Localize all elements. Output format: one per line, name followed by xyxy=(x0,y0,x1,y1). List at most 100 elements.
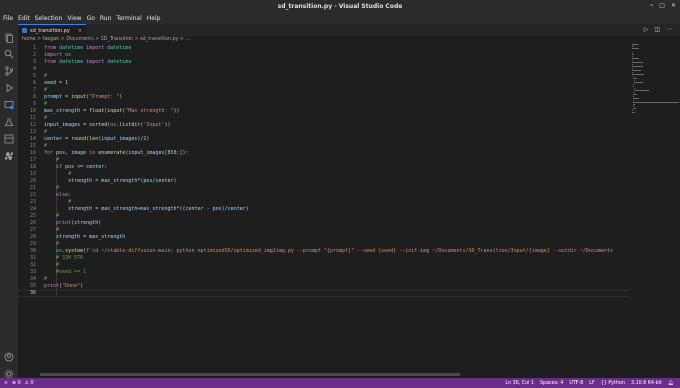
line-code[interactable]: # xyxy=(44,276,47,283)
line-code[interactable]: # xyxy=(44,227,59,234)
code-line[interactable]: 9 # xyxy=(18,101,630,108)
line-code[interactable]: # xyxy=(44,87,47,94)
code-line[interactable]: 14 center = round(len(input_images)/2) xyxy=(18,136,630,143)
maximize-icon[interactable]: □ xyxy=(659,2,665,9)
code-line[interactable]: 12 input_images = sorted(os.listdir('Inpu… xyxy=(18,122,630,129)
warnings-count[interactable]: ⚠ 0 xyxy=(25,381,34,386)
code-line[interactable]: 20 strength = max_strength*(pos/center) xyxy=(18,178,630,185)
code-line[interactable]: 34 # xyxy=(18,276,630,283)
language-mode[interactable]: {} Python xyxy=(601,381,625,386)
python-icon[interactable] xyxy=(4,146,14,160)
code-line[interactable]: 27 # xyxy=(18,227,630,234)
code-line[interactable]: 4 xyxy=(18,66,630,73)
cursor-position[interactable]: Ln 36, Col 1 xyxy=(505,381,534,386)
code-line[interactable]: 26 print(strength) xyxy=(18,220,630,227)
line-code[interactable]: strength = max_strength xyxy=(44,234,125,241)
code-line[interactable]: 11 # xyxy=(18,115,630,122)
code-line[interactable]: 21 # xyxy=(18,185,630,192)
line-code[interactable]: # xyxy=(44,115,47,122)
account-icon[interactable] xyxy=(4,347,14,362)
code-line[interactable]: 8 prompt = input("Prompt: ") xyxy=(18,94,630,101)
code-line[interactable]: 36 xyxy=(18,290,630,297)
line-code[interactable]: print(strength) xyxy=(44,220,101,227)
line-code[interactable]: from datetime import datetime xyxy=(44,45,131,52)
run-file-icon[interactable]: ▷ xyxy=(644,26,649,33)
tab-close-icon[interactable]: × xyxy=(78,28,82,34)
line-code[interactable]: # 330 576 xyxy=(44,255,83,262)
minimize-icon[interactable]: – xyxy=(650,2,653,9)
code-line[interactable]: 6 seed = 1 xyxy=(18,80,630,87)
line-code[interactable]: else: xyxy=(44,192,71,199)
menu-help[interactable]: Help xyxy=(147,15,161,22)
line-code[interactable]: import os xyxy=(44,52,71,59)
code-line[interactable]: 1 from datetime import datetime xyxy=(18,45,630,52)
breadcrumb-path[interactable]: home > faegan > Documents > SD_Transitio… xyxy=(22,37,190,42)
code-line[interactable]: 16 for pos, image in enumerate(input_imag… xyxy=(18,150,630,157)
line-code[interactable]: seed = 1 xyxy=(44,80,68,87)
split-editor-icon[interactable]: ◫ xyxy=(654,26,660,33)
line-code[interactable]: prompt = input("Prompt: ") xyxy=(44,94,122,101)
source-control-icon[interactable] xyxy=(4,61,14,76)
code-editor[interactable]: 1 from datetime import datetime 2 import os… xyxy=(18,44,630,374)
line-code[interactable]: # xyxy=(44,129,47,136)
menu-run[interactable]: Run xyxy=(100,15,112,22)
line-code[interactable]: from datetime import datetime xyxy=(44,59,131,66)
line-code[interactable]: for pos, image in enumerate(input_images… xyxy=(44,150,189,157)
line-code[interactable]: max_strength = float(input("Max strength… xyxy=(44,108,180,115)
code-line[interactable]: 35 print("Done") xyxy=(18,283,630,290)
remote-indicator-icon[interactable]: ⨯ xyxy=(4,381,8,386)
code-line[interactable]: 5 # xyxy=(18,73,630,80)
line-code[interactable]: # xyxy=(44,157,59,164)
line-code[interactable]: strength = max_strength+max_strength*((c… xyxy=(44,206,249,213)
menu-terminal[interactable]: Terminal xyxy=(116,15,141,22)
close-icon[interactable]: ✕ xyxy=(671,2,676,9)
run-debug-icon[interactable] xyxy=(4,78,14,93)
menu-go[interactable]: Go xyxy=(87,15,95,22)
remote-explorer-icon[interactable] xyxy=(4,95,14,110)
line-code[interactable]: #seed += 1 xyxy=(44,269,86,276)
code-line[interactable]: 18 if pos <= center: xyxy=(18,164,630,171)
line-code[interactable]: center = round(len(input_images)/2) xyxy=(44,136,149,143)
code-line[interactable]: 3 from datetime import datetime xyxy=(18,59,630,66)
code-line[interactable]: 19 # xyxy=(18,171,630,178)
horizontal-scrollbar[interactable] xyxy=(40,373,460,376)
code-line[interactable]: 31 # 330 576 xyxy=(18,255,630,262)
line-code[interactable]: # xyxy=(44,73,47,80)
code-line[interactable]: 10 max_strength = float(input("Max streng… xyxy=(18,108,630,115)
line-code[interactable]: # xyxy=(44,143,47,150)
line-code[interactable]: input_images = sorted(os.listdir('Input'… xyxy=(44,122,170,129)
python-interpreter[interactable]: 3.10.6 64-bit xyxy=(631,381,662,386)
line-code[interactable]: print("Done") xyxy=(44,283,83,290)
code-line[interactable]: 17 # xyxy=(18,157,630,164)
search-icon[interactable] xyxy=(4,44,14,59)
line-code[interactable]: # xyxy=(44,101,47,108)
code-line[interactable]: 24 strength = max_strength+max_strength*… xyxy=(18,206,630,213)
code-line[interactable]: 7 # xyxy=(18,87,630,94)
line-code[interactable]: # xyxy=(44,171,71,178)
line-code[interactable]: # xyxy=(44,213,59,220)
testing-icon[interactable] xyxy=(4,112,14,126)
indentation[interactable]: Spaces: 4 xyxy=(540,381,563,386)
minimap[interactable] xyxy=(630,42,680,122)
notifications-bell-icon[interactable]: 🔔︎ xyxy=(668,381,674,386)
errors-count[interactable]: ⊗ 0 xyxy=(12,381,21,386)
line-code[interactable]: strength = max_strength*(pos/center) xyxy=(44,178,176,185)
line-code[interactable]: # xyxy=(44,262,59,269)
menu-file[interactable]: File xyxy=(3,15,13,22)
line-code[interactable]: if pos <= center: xyxy=(44,164,107,171)
code-line[interactable]: 23 # xyxy=(18,199,630,206)
menu-selection[interactable]: Selection xyxy=(35,15,63,22)
code-line[interactable]: 15 # xyxy=(18,143,630,150)
code-line[interactable]: 28 strength = max_strength xyxy=(18,234,630,241)
code-line[interactable]: 2 import os xyxy=(18,52,630,59)
code-line[interactable]: 25 # xyxy=(18,213,630,220)
code-line[interactable]: 29 # xyxy=(18,241,630,248)
encoding[interactable]: UTF-8 xyxy=(569,381,583,386)
explorer-icon[interactable] xyxy=(4,28,14,43)
line-code[interactable]: os.system(f'cd ~/stable-diffusion-main; … xyxy=(44,248,613,255)
code-line[interactable]: 13 # xyxy=(18,129,630,136)
extensions-icon[interactable] xyxy=(4,129,14,144)
more-actions-icon[interactable]: ⋯ xyxy=(666,26,672,33)
code-line[interactable]: 33 #seed += 1 xyxy=(18,269,630,276)
end-of-line[interactable]: LF xyxy=(589,381,594,386)
